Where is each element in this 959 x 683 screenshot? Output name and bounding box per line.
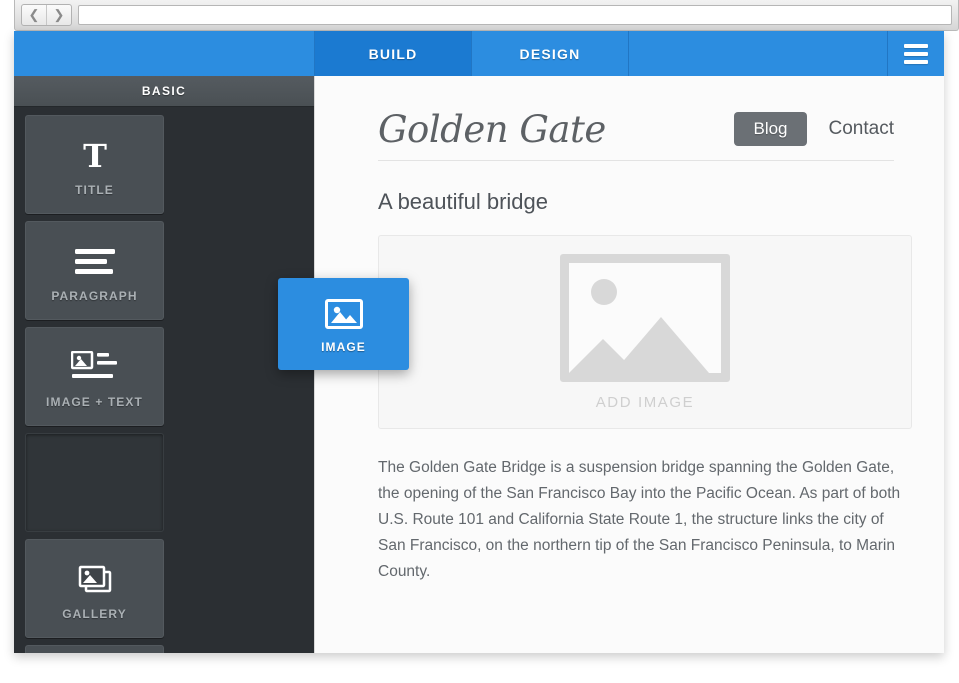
placeholder-mountains: [569, 316, 709, 373]
back-icon[interactable]: ❮: [22, 5, 46, 25]
tile-gallery[interactable]: GALLERY: [25, 539, 164, 638]
tab-build[interactable]: BUILD: [315, 31, 472, 76]
app-window: BUILD DESIGN BASIC T TITLE PARAGRAPH IMA…: [14, 31, 944, 653]
tile-image-text-label: IMAGE + TEXT: [46, 394, 143, 409]
gallery-stack-icon: [73, 557, 117, 603]
menu-button[interactable]: [888, 31, 944, 76]
forward-icon[interactable]: ❯: [46, 5, 71, 25]
tab-build-label: BUILD: [368, 45, 418, 62]
nav-link-blog[interactable]: Blog: [734, 112, 807, 146]
paragraph-lines-icon: [73, 239, 117, 285]
browser-chrome: ❮ ❯: [14, 0, 959, 31]
tile-paragraph-label: PARAGRAPH: [51, 288, 138, 303]
hamburger-menu-icon: [904, 43, 928, 64]
dragged-image-tile-label: IMAGE: [321, 340, 366, 354]
body-paragraph: The Golden Gate Bridge is a suspension b…: [378, 459, 901, 580]
tile-slideshow[interactable]: SLIDESHOW: [25, 645, 164, 653]
element-sidebar: BASIC T TITLE PARAGRAPH IMAGE + TEXT GAL…: [14, 76, 314, 653]
top-toolbar: BUILD DESIGN: [14, 31, 944, 76]
title-text-icon: T: [75, 133, 115, 179]
nav-link-contact[interactable]: Contact: [829, 118, 894, 140]
page-title: A beautiful bridge: [378, 189, 549, 214]
image-dropzone[interactable]: ADD IMAGE: [378, 235, 912, 429]
placeholder-sun: [591, 278, 617, 305]
site-logo: Golden Gate: [378, 107, 606, 151]
image-placeholder-icon: [560, 253, 730, 382]
url-input[interactable]: [78, 5, 952, 25]
section-header-basic-label: BASIC: [141, 84, 187, 98]
tile-grid-basic: T TITLE PARAGRAPH IMAGE + TEXT GALLERY: [14, 107, 314, 653]
image-text-icon: [70, 345, 119, 391]
add-image-label: ADD IMAGE: [595, 393, 695, 411]
tile-image-text[interactable]: IMAGE + TEXT: [25, 327, 164, 426]
dragged-image-tile[interactable]: IMAGE: [278, 278, 409, 370]
site-header: Golden Gate Blog Contact: [378, 98, 894, 161]
tile-paragraph[interactable]: PARAGRAPH: [25, 221, 164, 320]
browser-nav-buttons: ❮ ❯: [21, 4, 72, 26]
toolbar-left-pad: [14, 31, 315, 76]
toolbar-spacer: [629, 31, 888, 76]
tile-empty-slot[interactable]: [25, 433, 164, 532]
tab-design[interactable]: DESIGN: [472, 31, 629, 76]
image-picture-icon: [324, 294, 363, 334]
tile-title-label: TITLE: [75, 182, 114, 197]
section-header-basic: BASIC: [14, 76, 314, 107]
app-root: ❮ ❯ BUILD DESIGN BASIC T TITLE PARAGRAPH…: [0, 0, 959, 683]
svg-text:T: T: [83, 137, 107, 175]
tile-gallery-label: GALLERY: [62, 606, 127, 621]
tile-title[interactable]: T TITLE: [25, 115, 164, 214]
tab-design-label: DESIGN: [519, 45, 581, 62]
